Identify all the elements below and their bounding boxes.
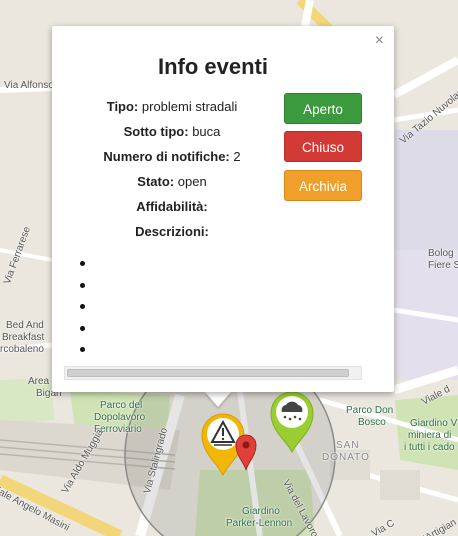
map-label: Giardino [242,506,280,517]
info-window: × Info eventi Tipo: problemi stradali So… [52,26,394,392]
map-label: SAN [336,440,360,451]
field-value: open [177,174,207,189]
map-label: Giardino V [410,418,458,429]
map-label: Area [28,376,50,387]
aperto-button[interactable]: Aperto [284,93,362,124]
map-label: i tutti i cado [404,442,455,453]
popup-title: Info eventi [157,54,268,79]
list-item [80,317,85,339]
location-pin-marker[interactable] [234,432,258,477]
map-label: Parker-Lennon [226,518,293,529]
map-label: Dopolavoro [94,412,146,423]
map-label: Via Alfonso [4,80,54,91]
field-value: problemi stradali [141,99,238,114]
snow-weather-icon [270,391,314,454]
map-label: Bosco [358,417,386,428]
field-descrizioni: Descrizioni: [72,223,272,248]
map-label: Bolog [428,248,454,259]
list-item [80,274,85,296]
field-tipo: Tipo: problemi stradali [72,98,272,123]
red-location-pin-icon [235,434,257,471]
map-label: DONATO [322,452,370,463]
scrollbar-thumb[interactable] [67,369,349,377]
field-value: buca [192,124,221,139]
field-label: Affidabilità: [136,199,208,214]
field-affidabilita: Affidabilità: [72,198,272,223]
close-icon[interactable]: × [375,32,384,50]
snow-weather-marker[interactable] [269,390,315,459]
map-label: Parco Don [346,405,394,416]
map-label: rcobaleno [0,344,44,355]
list-item [80,295,85,317]
field-label: Descrizioni: [135,224,209,239]
event-details: Tipo: problemi stradali Sotto tipo: buca… [72,98,272,248]
field-label: Tipo: [106,99,139,114]
list-item [80,338,85,360]
map-label: miniera di [408,430,452,441]
popup-tail [205,392,231,407]
horizontal-scrollbar[interactable] [64,366,362,380]
field-stato: Stato: open [72,173,272,198]
map-label: Fiere S [428,260,458,271]
map-label: Parco del [100,400,143,411]
map-label: Bed And [6,320,44,331]
field-label: Numero di notifiche: [103,149,230,164]
description-list [80,252,85,360]
field-label: Sotto tipo: [123,124,189,139]
chiuso-button[interactable]: Chiuso [284,131,362,162]
list-item [80,252,85,274]
map-label: Breakfast [2,332,45,343]
field-sotto-tipo: Sotto tipo: buca [72,123,272,148]
field-numero-notifiche: Numero di notifiche: 2 [72,148,272,173]
archivia-button[interactable]: Archivia [284,170,362,201]
field-value: 2 [233,149,241,164]
field-label: Stato: [137,174,175,189]
